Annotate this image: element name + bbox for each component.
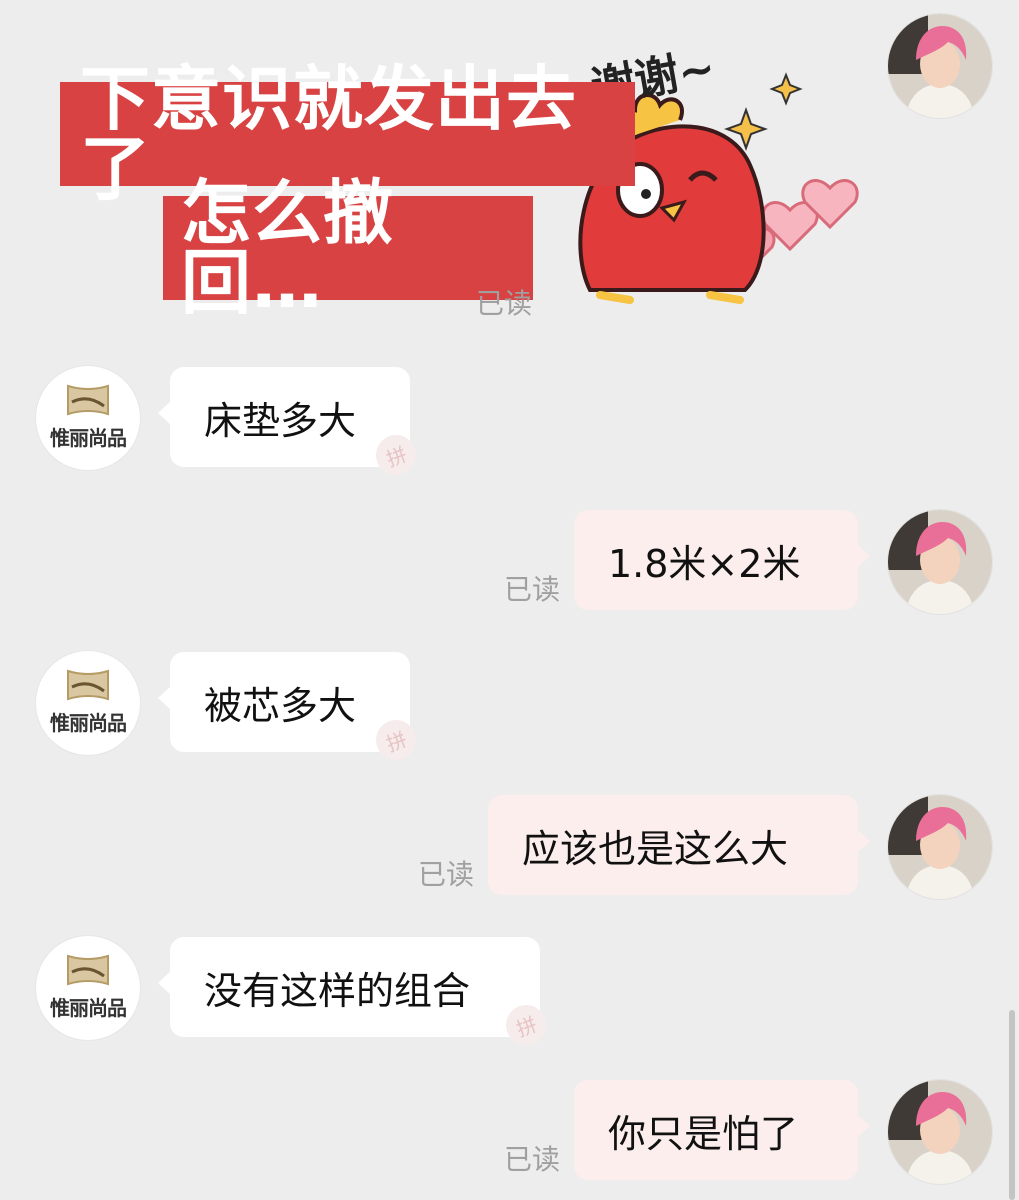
message-bubble[interactable]: 1.8米×2米 xyxy=(574,510,870,610)
message-bubble[interactable]: 被芯多大 拼 xyxy=(158,652,422,766)
caption-line-1: 下意识就发出去了 xyxy=(60,64,635,204)
shop-avatar[interactable]: 惟丽尚品 xyxy=(36,651,140,755)
pink-haired-avatar-icon xyxy=(888,1080,992,1184)
message-bubble[interactable]: 你只是怕了 xyxy=(574,1080,870,1180)
message-bubble[interactable]: 床垫多大 拼 xyxy=(158,367,422,481)
shop-avatar[interactable]: 惟丽尚品 xyxy=(36,366,140,470)
pink-haired-avatar-icon xyxy=(888,14,992,118)
message-text: 床垫多大 xyxy=(204,398,357,443)
message-text: 你只是怕了 xyxy=(608,1111,799,1156)
shop-avatar[interactable]: 惟丽尚品 xyxy=(36,936,140,1040)
pillow-logo-icon xyxy=(67,954,109,986)
pink-haired-avatar-icon xyxy=(888,795,992,899)
message-bubble[interactable]: 应该也是这么大 xyxy=(488,795,870,895)
user-avatar[interactable] xyxy=(888,14,992,118)
message-text: 没有这样的组合 xyxy=(204,968,471,1013)
user-avatar[interactable] xyxy=(888,795,992,899)
read-status: 已读 xyxy=(504,1143,561,1176)
pink-haired-avatar-icon xyxy=(888,510,992,614)
pillow-logo-icon xyxy=(67,669,109,701)
message-bubble[interactable]: 没有这样的组合 拼 xyxy=(158,937,552,1051)
shop-name: 惟丽尚品 xyxy=(50,996,127,1020)
message-text: 被芯多大 xyxy=(204,683,357,728)
shop-name: 惟丽尚品 xyxy=(50,711,127,735)
shop-name: 惟丽尚品 xyxy=(50,426,127,450)
user-avatar[interactable] xyxy=(888,510,992,614)
read-status: 已读 xyxy=(476,287,533,320)
pin-badge-icon: 拼 xyxy=(370,714,422,766)
pillow-logo-icon xyxy=(67,384,109,416)
message-text: 应该也是这么大 xyxy=(522,826,789,871)
read-status: 已读 xyxy=(504,573,561,606)
user-avatar[interactable] xyxy=(888,1080,992,1184)
scrollbar[interactable] xyxy=(1009,1010,1015,1200)
pin-badge-icon: 拼 xyxy=(500,999,552,1051)
read-status: 已读 xyxy=(418,858,475,891)
pin-badge-icon: 拼 xyxy=(370,429,422,481)
message-text: 1.8米×2米 xyxy=(608,541,801,586)
